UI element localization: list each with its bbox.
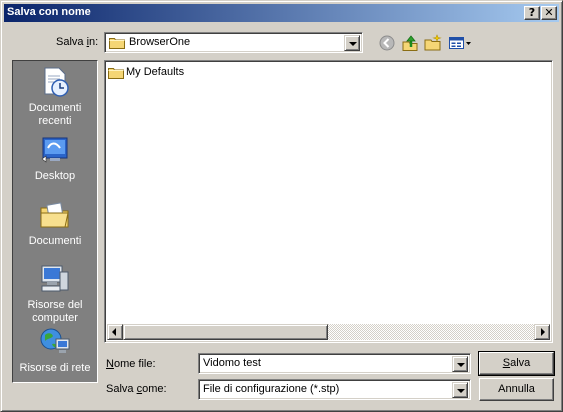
scrollbar-thumb[interactable]: [123, 324, 328, 340]
file-type-value: File di configurazione (*.stp): [203, 383, 340, 395]
place-recent-documents[interactable]: Documenti recenti: [13, 65, 97, 128]
cancel-button[interactable]: Annulla: [479, 378, 554, 401]
close-icon: ✕: [544, 6, 554, 19]
desktop-icon: [41, 137, 68, 163]
save-in-dropdown-button[interactable]: [344, 35, 360, 51]
network-icon: [40, 328, 70, 353]
save-as-dialog: Salva con nome ? ✕ Salva in: BrowserOne: [0, 0, 563, 412]
place-label-line1: Documenti: [28, 102, 82, 114]
place-network[interactable]: Risorse di rete: [13, 325, 97, 375]
file-name: My Defaults: [126, 66, 185, 78]
save-in-combo[interactable]: BrowserOne: [104, 32, 363, 53]
place-label-line1: Documenti: [28, 235, 82, 247]
places-bar: Documenti recenti Desktop Documenti Riso…: [12, 60, 98, 383]
place-label-line1: Risorse del: [27, 299, 83, 311]
place-my-computer[interactable]: Risorse del computer: [13, 262, 97, 325]
folder-icon: [109, 38, 125, 49]
dialog-title: Salva con nome: [7, 6, 91, 18]
file-name-value: Vidomo test: [203, 357, 261, 369]
close-button[interactable]: ✕: [541, 6, 557, 20]
file-name-input[interactable]: Vidomo test: [198, 353, 471, 374]
file-type-select[interactable]: File di configurazione (*.stp): [198, 379, 471, 400]
title-bar[interactable]: Salva con nome ? ✕: [4, 4, 559, 22]
file-type-label: Salva come:: [106, 383, 167, 395]
help-icon: ?: [528, 6, 536, 19]
save-in-label: Salva in:: [56, 36, 99, 48]
file-type-dropdown-button[interactable]: [452, 382, 468, 398]
place-label-line2: recenti: [38, 115, 72, 127]
save-button[interactable]: Salva: [478, 351, 555, 376]
place-label-line1: Risorse di rete: [19, 362, 91, 374]
view-menu-icon[interactable]: [447, 33, 473, 53]
file-list[interactable]: My Defaults: [104, 60, 553, 343]
file-name-label: Nome file:: [106, 358, 156, 370]
help-button[interactable]: ?: [524, 6, 540, 20]
place-desktop[interactable]: Desktop: [13, 133, 97, 183]
scroll-left-button[interactable]: [107, 324, 123, 340]
new-folder-icon[interactable]: [423, 33, 443, 53]
save-in-value: BrowserOne: [129, 36, 191, 48]
up-folder-icon[interactable]: [400, 33, 420, 53]
folder-icon: [108, 68, 124, 79]
back-icon[interactable]: [377, 33, 397, 53]
scroll-right-button[interactable]: [534, 324, 550, 340]
file-name-dropdown-button[interactable]: [452, 356, 468, 372]
place-label-line1: Desktop: [34, 170, 76, 182]
horizontal-scrollbar[interactable]: [107, 324, 550, 340]
place-documents[interactable]: Documenti: [13, 198, 97, 248]
recent-documents-icon: [44, 67, 69, 97]
place-label-line2: computer: [32, 312, 78, 324]
my-computer-icon: [41, 265, 69, 292]
documents-icon: [40, 202, 69, 228]
